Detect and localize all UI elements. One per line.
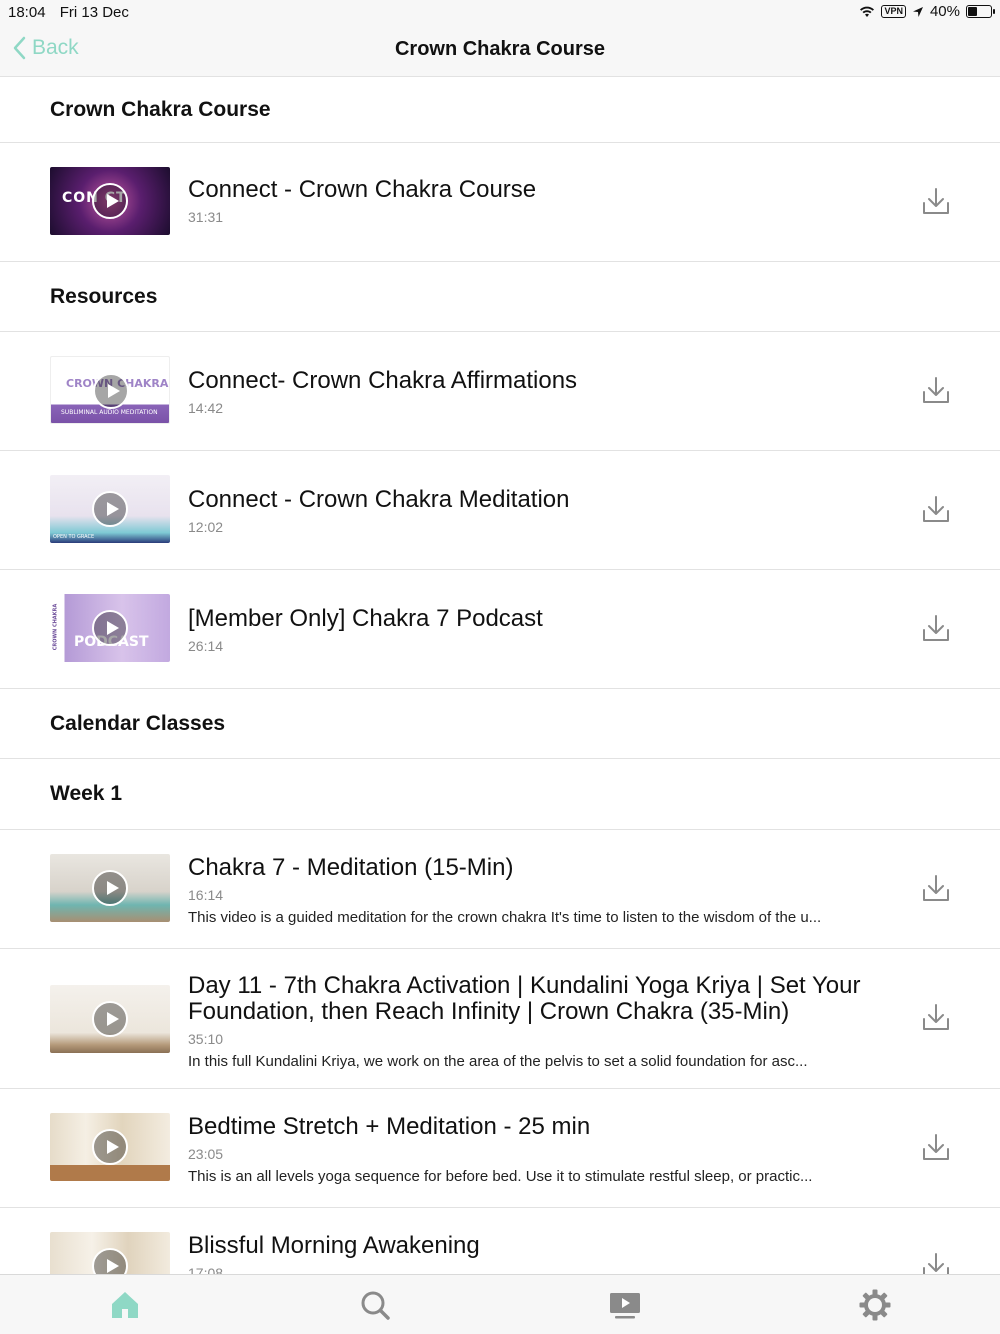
item-duration: 26:14 <box>188 638 224 654</box>
search-icon[interactable] <box>359 1289 391 1321</box>
thumbnail-caption: OPEN TO GRACE <box>53 534 95 540</box>
item-duration: 31:31 <box>188 209 224 225</box>
item-duration: 17:08 <box>188 1265 224 1274</box>
play-icon <box>92 1001 128 1037</box>
list-item[interactable]: Chakra 7 - Meditation (15-Min) 16:14 Thi… <box>0 830 1000 949</box>
item-title: Connect- Crown Chakra Affirmations <box>188 367 578 394</box>
item-duration: 35:10 <box>188 1031 224 1047</box>
list-item[interactable]: Blissful Morning Awakening 17:08 <box>0 1208 1000 1274</box>
list-item[interactable]: OPEN TO GRACE Connect - Crown Chakra Med… <box>0 451 1000 570</box>
video-thumbnail[interactable]: CROWN CHAKRA SUBLIMINAL AUDIO MEDITATION <box>50 356 170 424</box>
section-header-week: Week 1 <box>0 759 1000 830</box>
video-thumbnail[interactable]: CROWN CHAKRA PODCAST <box>50 594 170 662</box>
download-icon[interactable] <box>920 1001 952 1033</box>
item-title: Day 11 - 7th Chakra Activation | Kundali… <box>188 972 861 1025</box>
play-icon <box>92 870 128 906</box>
item-description: This is an all levels yoga sequence for … <box>188 1168 813 1185</box>
video-icon[interactable] <box>609 1289 641 1321</box>
download-icon[interactable] <box>920 493 952 525</box>
item-description: In this full Kundalini Kriya, we work on… <box>188 1053 808 1070</box>
item-duration: 14:42 <box>188 400 224 416</box>
play-icon <box>92 491 128 527</box>
settings-icon[interactable] <box>859 1289 891 1321</box>
download-icon[interactable] <box>920 374 952 406</box>
section-header-course: Crown Chakra Course <box>0 77 1000 143</box>
list-item[interactable]: CON CT Connect - Crown Chakra Course 31:… <box>0 143 1000 262</box>
section-header-resources: Resources <box>0 262 1000 332</box>
play-icon <box>93 373 129 409</box>
item-title: Chakra 7 - Meditation (15-Min) <box>188 854 514 881</box>
thumbnail-side-text: CROWN CHAKRA <box>52 603 59 651</box>
item-title: Blissful Morning Awakening <box>188 1232 480 1259</box>
download-icon[interactable] <box>920 1250 952 1274</box>
download-icon[interactable] <box>920 185 952 217</box>
video-thumbnail[interactable]: CON CT <box>50 167 170 235</box>
content-list[interactable]: Crown Chakra Course CON CT Connect - Cro… <box>0 77 1000 1274</box>
battery-icon <box>966 5 995 18</box>
item-title: Bedtime Stretch + Meditation - 25 min <box>188 1113 591 1140</box>
play-icon <box>92 183 128 219</box>
video-thumbnail[interactable] <box>50 1232 170 1274</box>
battery-percent: 40% <box>929 3 960 20</box>
item-title: Connect - Crown Chakra Meditation <box>188 486 570 513</box>
list-item[interactable]: CROWN CHAKRA PODCAST [Member Only] Chakr… <box>0 570 1000 689</box>
download-icon[interactable] <box>920 872 952 904</box>
video-thumbnail[interactable] <box>50 854 170 922</box>
video-thumbnail[interactable] <box>50 1113 170 1181</box>
section-header-calendar: Calendar Classes <box>0 689 1000 759</box>
status-bar: 18:04 Fri 13 Dec VPN 40% <box>0 0 1000 24</box>
tab-bar <box>0 1274 1000 1334</box>
vpn-badge: VPN <box>881 5 906 18</box>
status-time: 18:04 <box>8 4 46 21</box>
list-item[interactable]: Day 11 - 7th Chakra Activation | Kundali… <box>0 949 1000 1089</box>
page-title: Crown Chakra Course <box>394 38 606 60</box>
list-item[interactable]: CROWN CHAKRA SUBLIMINAL AUDIO MEDITATION… <box>0 332 1000 451</box>
item-duration: 12:02 <box>188 519 224 535</box>
item-description: This video is a guided meditation for th… <box>188 909 822 926</box>
home-icon[interactable] <box>109 1289 141 1321</box>
item-title: [Member Only] Chakra 7 Podcast <box>188 605 543 632</box>
navigation-bar: Back Crown Chakra Course <box>0 24 1000 77</box>
play-icon <box>92 1248 128 1274</box>
thumbnail-caption: SUBLIMINAL AUDIO MEDITATION <box>61 409 158 416</box>
item-title: Connect - Crown Chakra Course <box>188 176 537 203</box>
item-duration: 16:14 <box>188 887 224 903</box>
play-icon <box>92 610 128 646</box>
video-thumbnail[interactable] <box>50 985 170 1053</box>
item-duration: 23:05 <box>188 1146 224 1162</box>
wifi-icon <box>860 6 875 17</box>
status-date: Fri 13 Dec <box>59 4 129 21</box>
video-thumbnail[interactable]: OPEN TO GRACE <box>50 475 170 543</box>
location-arrow-icon <box>912 6 923 17</box>
list-item[interactable]: Bedtime Stretch + Meditation - 25 min 23… <box>0 1089 1000 1208</box>
download-icon[interactable] <box>920 612 952 644</box>
play-icon <box>92 1129 128 1165</box>
download-icon[interactable] <box>920 1131 952 1163</box>
